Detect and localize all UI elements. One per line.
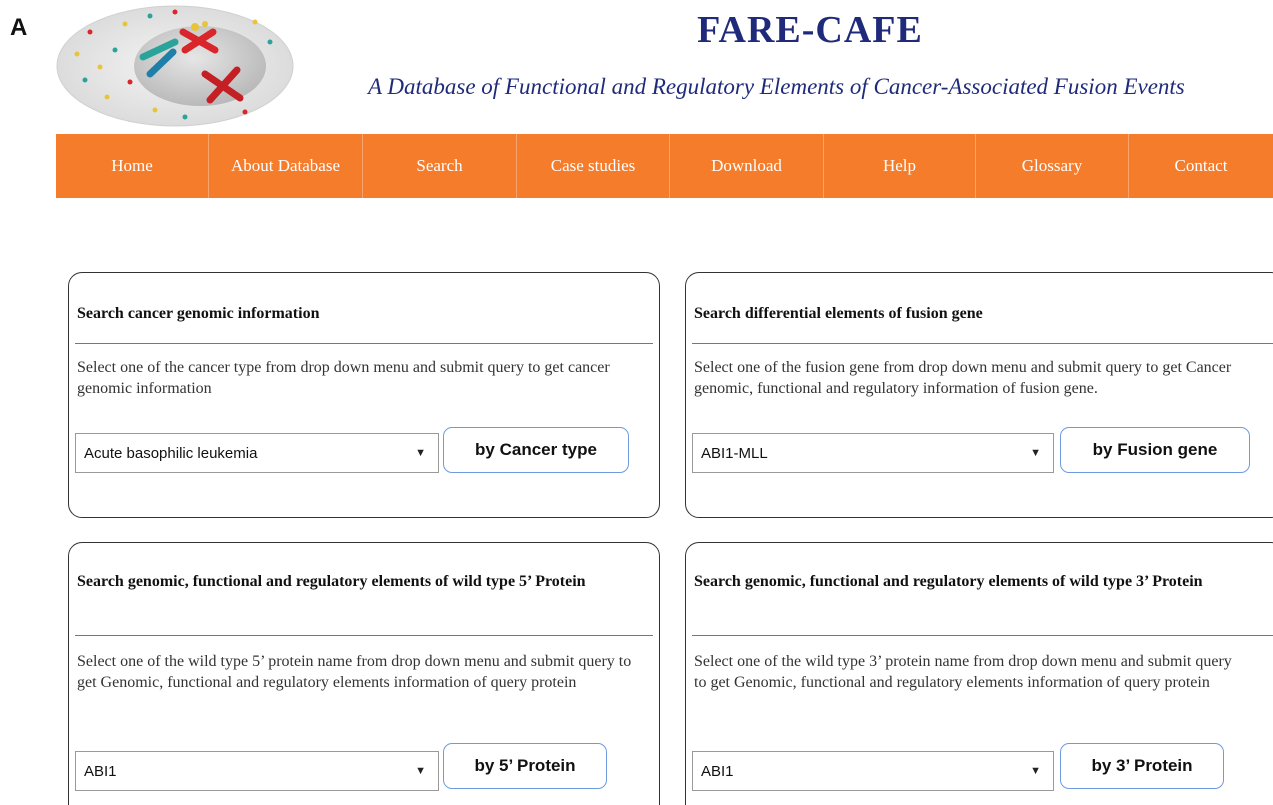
protein3-select[interactable]: ABI1 ▼ xyxy=(692,751,1054,791)
protein5-select[interactable]: ABI1 ▼ xyxy=(75,751,439,791)
main-nav: Home About Database Search Case studies … xyxy=(56,134,1273,198)
nav-download[interactable]: Download xyxy=(670,134,824,198)
card-divider xyxy=(692,343,1273,344)
by-fusion-gene-button[interactable]: by Fusion gene xyxy=(1060,427,1250,473)
protein5-search-card: Search genomic, functional and regulator… xyxy=(68,542,660,805)
by-cancer-type-button[interactable]: by Cancer type xyxy=(443,427,629,473)
by-5-protein-button[interactable]: by 5’ Protein xyxy=(443,743,607,789)
card-divider xyxy=(692,635,1273,636)
card-title: Search genomic, functional and regulator… xyxy=(77,573,586,590)
nav-about-database[interactable]: About Database xyxy=(209,134,363,198)
dropdown-arrow-icon: ▼ xyxy=(1030,765,1041,777)
card-description: Select one of the wild type 5’ protein n… xyxy=(77,653,632,691)
protein3-search-card: Search genomic, functional and regulator… xyxy=(685,542,1273,805)
card-description: Select one of the fusion gene from drop … xyxy=(694,359,1232,397)
card-divider xyxy=(75,635,653,636)
select-value: ABI1 xyxy=(84,762,117,780)
fusion-gene-search-card: Search differential elements of fusion g… xyxy=(685,272,1273,518)
nav-home[interactable]: Home xyxy=(56,134,209,198)
cancer-type-select[interactable]: Acute basophilic leukemia ▼ xyxy=(75,433,439,473)
fusion-gene-select[interactable]: ABI1-MLL ▼ xyxy=(692,433,1054,473)
card-title: Search differential elements of fusion g… xyxy=(694,305,983,322)
panel-label: A xyxy=(10,14,28,41)
nav-glossary[interactable]: Glossary xyxy=(976,134,1129,198)
site-subtitle: A Database of Functional and Regulatory … xyxy=(368,74,1185,99)
nav-contact[interactable]: Contact xyxy=(1129,134,1273,198)
select-value: Acute basophilic leukemia xyxy=(84,444,258,462)
card-description: Select one of the cancer type from drop … xyxy=(77,359,610,397)
card-description: Select one of the wild type 3’ protein n… xyxy=(694,653,1232,691)
card-divider xyxy=(75,343,653,344)
select-value: ABI1 xyxy=(701,762,734,780)
nav-search[interactable]: Search xyxy=(363,134,517,198)
card-title: Search genomic, functional and regulator… xyxy=(694,573,1203,590)
dropdown-arrow-icon: ▼ xyxy=(415,447,426,459)
nav-help[interactable]: Help xyxy=(824,134,976,198)
site-title: FARE-CAFE xyxy=(697,9,923,51)
select-value: ABI1-MLL xyxy=(701,444,768,462)
cell-chromosome-logo xyxy=(56,5,294,127)
by-3-protein-button[interactable]: by 3’ Protein xyxy=(1060,743,1224,789)
cancer-search-card: Search cancer genomic information Select… xyxy=(68,272,660,518)
dropdown-arrow-icon: ▼ xyxy=(415,765,426,777)
card-title: Search cancer genomic information xyxy=(77,305,320,322)
nav-case-studies[interactable]: Case studies xyxy=(517,134,670,198)
dropdown-arrow-icon: ▼ xyxy=(1030,447,1041,459)
